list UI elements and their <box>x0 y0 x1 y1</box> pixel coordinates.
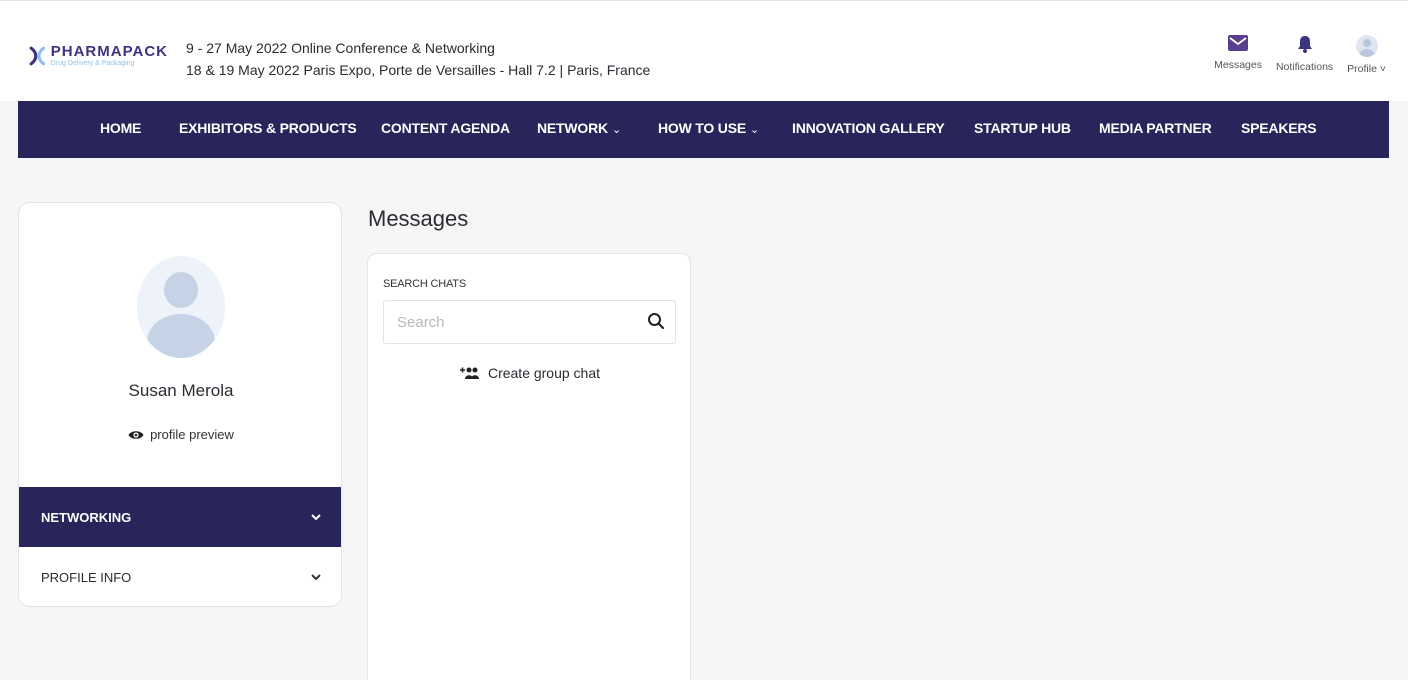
page-title: Messages <box>368 206 469 231</box>
nav-label: SPEAKERS <box>1241 120 1317 136</box>
profile-preview-link[interactable]: profile preview <box>19 427 341 442</box>
chevron-down-icon <box>311 513 321 520</box>
profile-preview-label: profile preview <box>150 427 234 442</box>
top-header: PHARMAPACK Drug Delivery & Packaging 9 -… <box>0 0 1408 101</box>
pharmapack-logo[interactable]: PHARMAPACK Drug Delivery & Packaging <box>28 39 168 73</box>
accordion-networking[interactable]: NETWORKING <box>19 487 341 547</box>
chevron-down-icon: ˅ <box>1379 63 1386 75</box>
nav-label: HOME <box>100 120 142 136</box>
profile-card: Susan Merola profile preview NETWORKING … <box>18 202 342 607</box>
chevron-down-icon <box>311 573 321 580</box>
nav-network[interactable]: NETWORK ⌄ <box>537 120 621 136</box>
logo-name: PHARMAPACK <box>50 43 168 60</box>
nav-home[interactable]: HOME <box>100 120 141 136</box>
accordion-label: PROFILE INFO <box>41 569 132 585</box>
event-onsite-dates: 18 & 19 May 2022 <box>186 62 300 78</box>
search-button[interactable] <box>647 312 665 335</box>
logo-mark-icon <box>29 46 46 66</box>
search-chats-label: SEARCH CHATS <box>383 278 466 290</box>
profile-name: Susan Merola <box>128 381 234 400</box>
chevron-down-icon: ⌄ <box>611 124 621 136</box>
chevron-down-icon: ⌄ <box>749 124 759 136</box>
header-actions: Messages Notifications Profile ˅ <box>1214 35 1386 75</box>
nav-startup-hub[interactable]: STARTUP HUB <box>974 120 1071 136</box>
avatar <box>1355 35 1378 57</box>
logo-tagline: Drug Delivery & Packaging <box>50 60 135 67</box>
main-nav: HOME EXHIBITORS & PRODUCTS CONTENT AGEND… <box>18 101 1389 158</box>
event-info: 9 - 27 May 2022 Online Conference & Netw… <box>186 37 650 81</box>
eye-icon <box>128 430 144 439</box>
nav-label: NETWORK <box>537 120 608 136</box>
profile-avatar <box>137 256 225 358</box>
nav-label: EXHIBITORS & PRODUCTS <box>179 120 357 136</box>
nav-how-to-use[interactable]: HOW TO USE ⌄ <box>658 120 759 136</box>
event-onsite-line: 18 & 19 May 2022 Paris Expo, Porte de Ve… <box>186 59 650 81</box>
nav-label: STARTUP HUB <box>974 120 1071 136</box>
nav-content-agenda[interactable]: CONTENT AGENDA <box>381 120 510 136</box>
messages-button[interactable]: Messages <box>1214 35 1262 75</box>
chats-panel: SEARCH CHATS Create group chat <box>367 253 691 680</box>
notifications-label: Notifications <box>1275 61 1334 73</box>
event-onsite-desc: Paris Expo, Porte de Versailles - Hall 7… <box>303 62 651 78</box>
event-online-line: 9 - 27 May 2022 Online Conference & Netw… <box>186 37 650 59</box>
bell-icon <box>1297 36 1312 53</box>
create-group-chat-button[interactable]: Create group chat <box>368 365 692 381</box>
nav-exhibitors[interactable]: EXHIBITORS & PRODUCTS <box>179 120 357 136</box>
nav-label: INNOVATION GALLERY <box>792 120 945 136</box>
create-group-label: Create group chat <box>487 365 601 381</box>
nav-label: CONTENT AGENDA <box>381 120 510 136</box>
notifications-button[interactable]: Notifications <box>1276 35 1333 75</box>
event-online-dates: 9 - 27 May 2022 <box>186 40 288 56</box>
nav-speakers[interactable]: SPEAKERS <box>1241 120 1317 136</box>
nav-label: MEDIA PARTNER <box>1099 120 1212 136</box>
nav-label: HOW TO USE <box>658 120 746 136</box>
envelope-icon <box>1228 35 1249 51</box>
profile-label: Profile <box>1347 63 1377 75</box>
event-online-desc: Online Conference & Networking <box>291 40 495 56</box>
profile-menu-button[interactable]: Profile ˅ <box>1347 35 1386 75</box>
messages-label: Messages <box>1214 59 1262 71</box>
accordion-label: NETWORKING <box>41 509 132 525</box>
search-input[interactable] <box>384 301 634 343</box>
add-group-icon <box>459 367 479 379</box>
search-icon <box>648 313 665 330</box>
nav-innovation-gallery[interactable]: INNOVATION GALLERY <box>792 120 945 136</box>
search-box <box>383 300 676 344</box>
nav-media-partner[interactable]: MEDIA PARTNER <box>1099 120 1212 136</box>
accordion-profile-info[interactable]: PROFILE INFO <box>19 547 341 606</box>
